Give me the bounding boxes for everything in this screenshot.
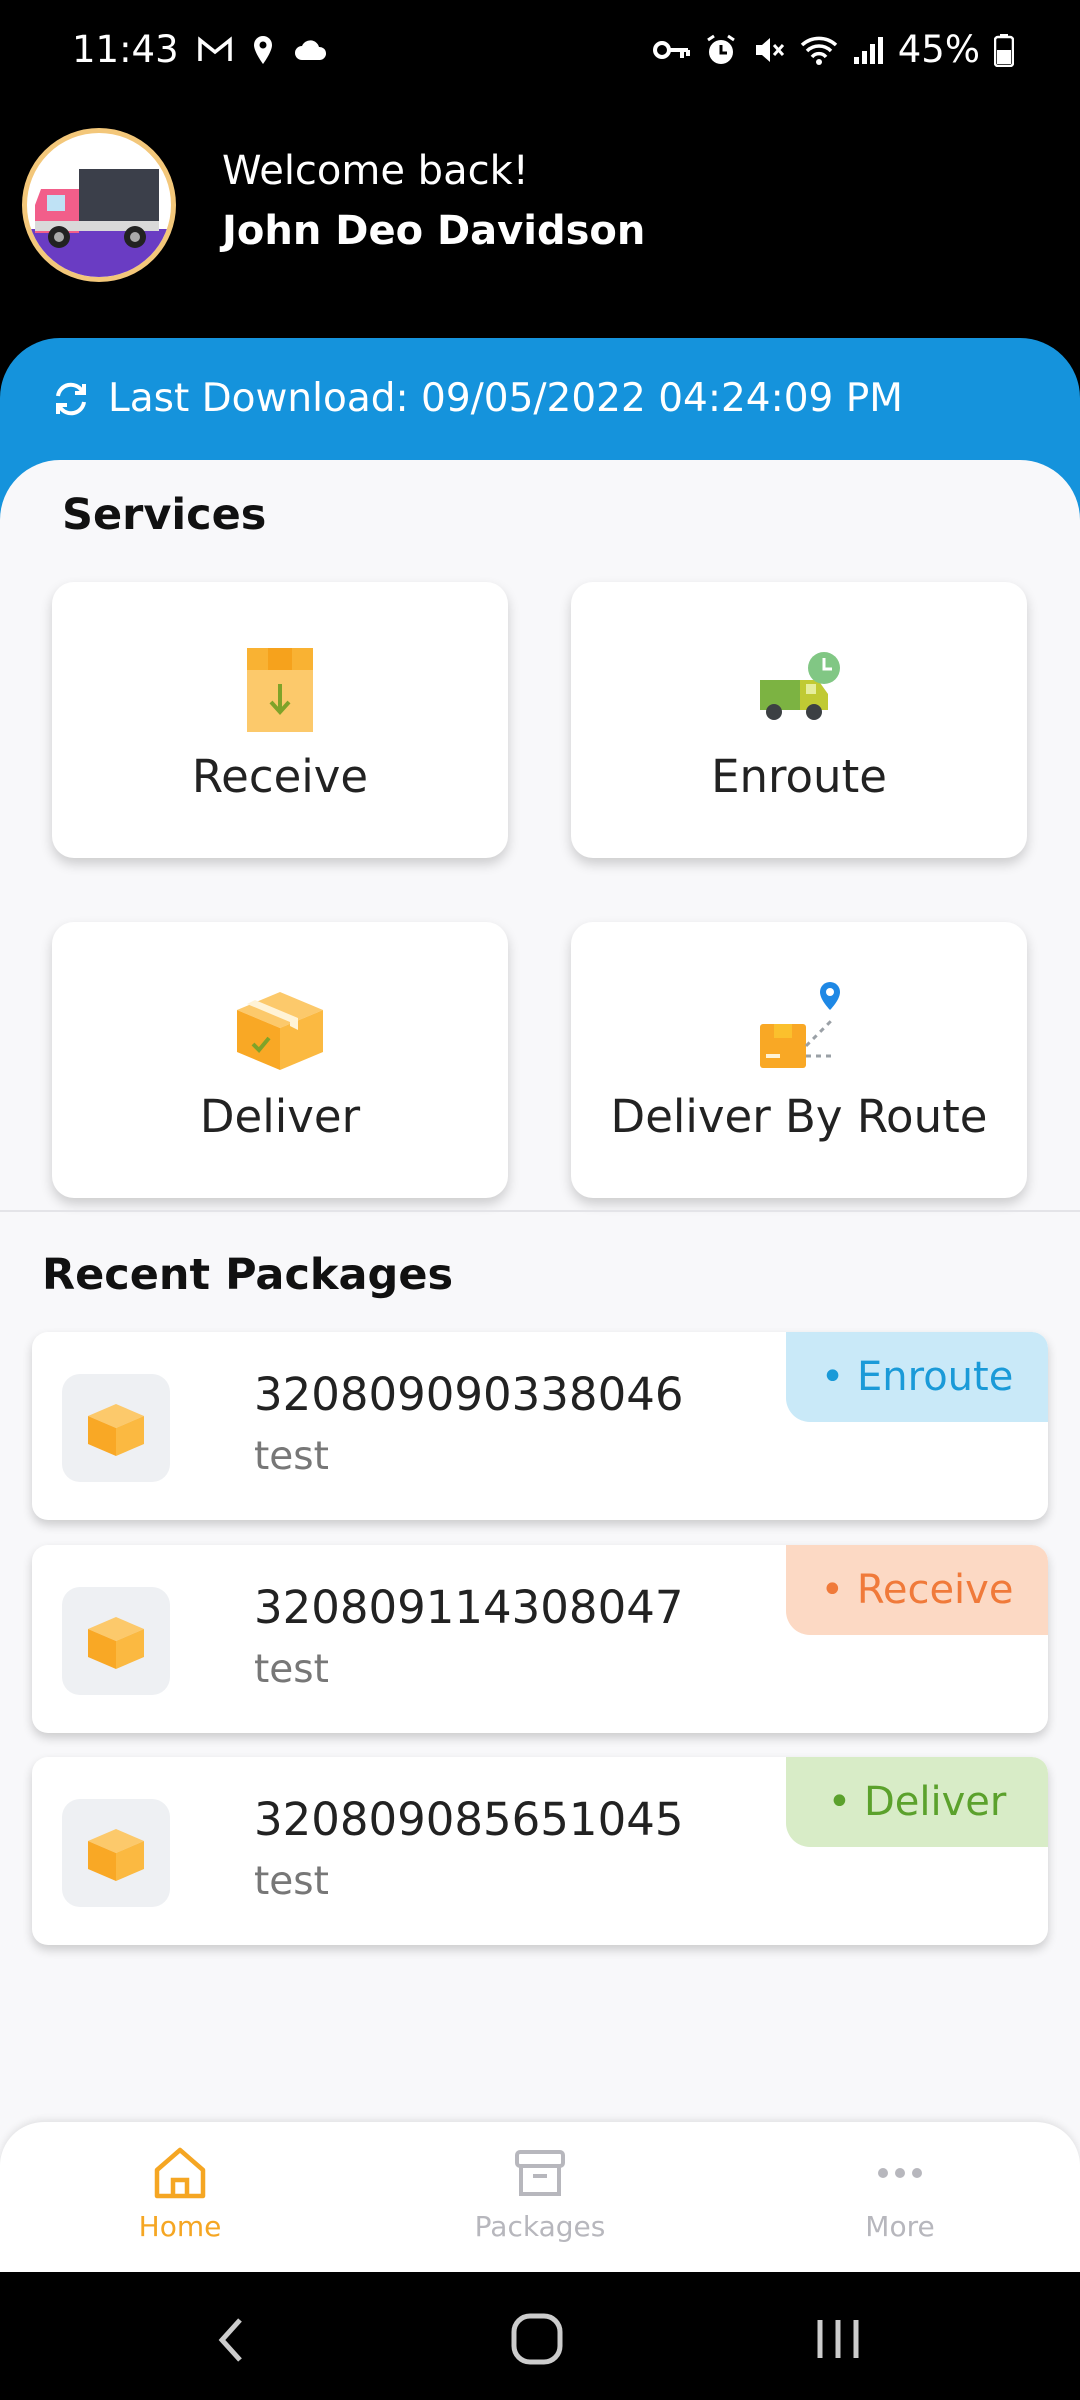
status-badge: • Deliver — [786, 1757, 1048, 1847]
signal-icon — [853, 36, 883, 64]
service-card-deliver-by-route[interactable]: Deliver By Route — [571, 922, 1027, 1198]
service-label: Receive — [191, 750, 369, 803]
package-row[interactable]: 320809114308047 test • Receive — [32, 1545, 1048, 1733]
nav-more[interactable]: More — [780, 2144, 1020, 2243]
package-box-icon — [88, 1829, 144, 1881]
service-label: Enroute — [711, 750, 887, 803]
nav-home[interactable]: Home — [60, 2144, 300, 2243]
nav-label-packages: Packages — [474, 2210, 606, 2243]
recent-packages-title: Recent Packages — [42, 1250, 454, 1300]
package-description: test — [254, 1647, 329, 1692]
archive-box-icon — [515, 2150, 565, 2196]
battery-icon — [994, 33, 1014, 67]
package-box-icon — [88, 1404, 144, 1456]
sync-icon[interactable] — [50, 378, 92, 420]
status-badge: • Enroute — [786, 1332, 1048, 1422]
service-card-enroute[interactable]: Enroute — [571, 582, 1027, 858]
truck-avatar-icon — [27, 169, 171, 277]
back-icon[interactable] — [212, 2316, 252, 2364]
vpn-key-icon — [652, 40, 690, 59]
bottom-nav: Home Packages More — [0, 2122, 1080, 2272]
system-nav-bar — [0, 2272, 1080, 2400]
package-number: 320809114308047 — [254, 1581, 684, 1634]
gmail-icon — [197, 35, 232, 61]
alarm-icon — [706, 34, 735, 64]
box-down-arrow-icon — [247, 648, 313, 732]
truck-clock-icon — [760, 652, 840, 720]
nav-label-more: More — [865, 2210, 935, 2243]
nav-label-home: Home — [138, 2210, 222, 2243]
services-title: Services — [62, 490, 267, 540]
status-badge: • Receive — [786, 1545, 1048, 1635]
box-route-pin-icon — [760, 982, 840, 1068]
wifi-icon — [800, 36, 837, 65]
service-label: Deliver — [199, 1090, 361, 1143]
box-check-icon — [237, 992, 323, 1070]
package-number: 320809090338046 — [254, 1368, 684, 1421]
package-thumb — [62, 1374, 170, 1482]
status-time: 11:43 — [72, 28, 179, 71]
package-thumb — [62, 1587, 170, 1695]
home-button-icon[interactable] — [510, 2312, 564, 2366]
package-description: test — [254, 1434, 329, 1479]
more-dots-icon — [878, 2168, 922, 2178]
service-label: Deliver By Route — [610, 1090, 988, 1143]
status-bar: 11:43 45% — [0, 0, 1080, 110]
package-row[interactable]: 320809090338046 test • Enroute — [32, 1332, 1048, 1520]
user-name: John Deo Davidson — [222, 208, 646, 254]
battery-percent: 45% — [897, 28, 980, 71]
last-download-text: Last Download: 09/05/2022 04:24:09 PM — [108, 376, 903, 421]
package-box-icon — [88, 1617, 144, 1669]
package-number: 320809085651045 — [254, 1793, 684, 1846]
package-row[interactable]: 320809085651045 test • Deliver — [32, 1757, 1048, 1945]
welcome-text: Welcome back! — [222, 148, 529, 194]
section-divider — [0, 1210, 1080, 1212]
avatar[interactable] — [22, 128, 176, 282]
location-icon — [253, 35, 272, 64]
nav-packages[interactable]: Packages — [420, 2144, 660, 2243]
mute-icon — [755, 37, 784, 62]
package-thumb — [62, 1799, 170, 1907]
service-card-deliver[interactable]: Deliver — [52, 922, 508, 1198]
recents-icon[interactable] — [814, 2316, 862, 2362]
service-card-receive[interactable]: Receive — [52, 582, 508, 858]
cloud-icon — [294, 39, 326, 60]
home-icon — [154, 2147, 206, 2199]
package-description: test — [254, 1859, 329, 1904]
